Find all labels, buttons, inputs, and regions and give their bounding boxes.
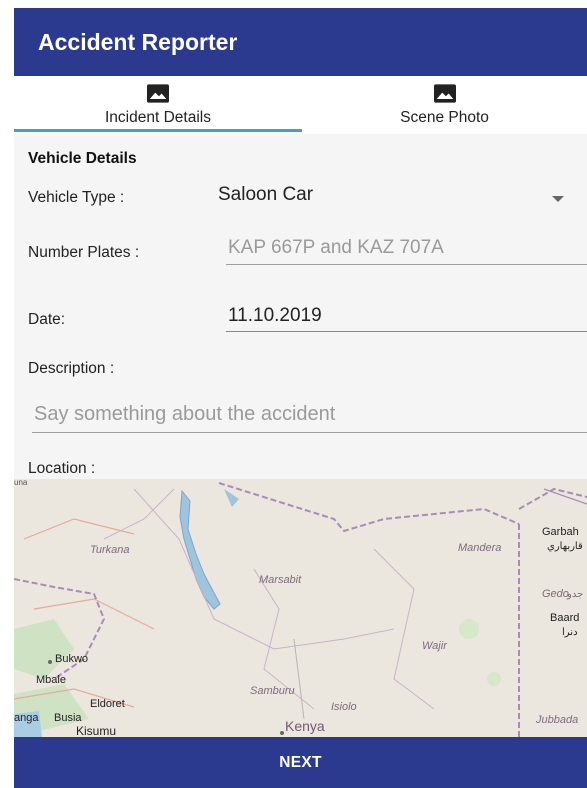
- map-label-gedo: Gedo: [542, 588, 569, 600]
- map-label-jubbada: Jubbada: [535, 714, 578, 726]
- tab-indicator: [14, 129, 302, 132]
- section-title: Vehicle Details: [28, 150, 137, 167]
- description-label: Description :: [28, 360, 115, 377]
- map-label-mandera: Mandera: [458, 542, 501, 554]
- location-label: Location :: [28, 460, 96, 477]
- tab-bar: Incident Details Scene Photo: [14, 76, 587, 134]
- map-label-bukwo: Bukwo: [55, 653, 88, 665]
- number-plates-underline: [226, 264, 587, 265]
- number-plates-input[interactable]: KAP 667P and KAZ 707A: [226, 230, 587, 266]
- tab-label: Incident Details: [105, 109, 211, 126]
- map-label-gedo-ar: جدو: [566, 589, 583, 600]
- map-label-marsabit: Marsabit: [259, 574, 302, 586]
- description-placeholder: Say something about the accident: [34, 403, 336, 425]
- description-input[interactable]: Say something about the accident: [32, 396, 587, 432]
- incident-form: Vehicle Details Vehicle Type : Saloon Ca…: [14, 134, 587, 479]
- vehicle-type-select[interactable]: Saloon Car: [214, 180, 569, 216]
- map-label-kenya: Kenya: [285, 718, 325, 734]
- map-label-garbah-ar: قاربهاري: [547, 541, 583, 552]
- date-value: 11.10.2019: [228, 305, 322, 326]
- map-label-kisumu: Kisumu: [76, 724, 116, 737]
- map-marker: [48, 660, 52, 664]
- map-label-samburu: Samburu: [250, 685, 295, 697]
- map-label-eldoret: Eldoret: [90, 698, 125, 710]
- map-label-baard: Baard: [550, 612, 579, 624]
- number-plates-label: Number Plates :: [28, 244, 140, 261]
- next-label: NEXT: [279, 753, 322, 771]
- map-label-mbale: Mbale: [36, 674, 66, 686]
- vehicle-type-value: Saloon Car: [218, 184, 314, 205]
- map-label-busia: Busia: [54, 712, 82, 724]
- date-input[interactable]: 11.10.2019: [226, 298, 587, 334]
- location-map[interactable]: Turkana Marsabit Mandera Garbah قاربهاري…: [14, 479, 587, 737]
- map-label-partial-una: una: [14, 479, 28, 487]
- number-plates-placeholder: KAP 667P and KAZ 707A: [228, 237, 444, 258]
- tab-scene-photo[interactable]: Scene Photo: [302, 76, 587, 134]
- image-icon: [433, 84, 456, 103]
- image-icon: [147, 84, 169, 103]
- date-underline: [226, 331, 587, 332]
- app-bar: Accident Reporter: [14, 8, 587, 76]
- map-canvas: Turkana Marsabit Mandera Garbah قاربهاري…: [14, 479, 587, 737]
- vehicle-type-label: Vehicle Type :: [28, 189, 125, 206]
- app-title: Accident Reporter: [38, 28, 238, 55]
- map-marker: [280, 731, 284, 735]
- map-label-baard-ar: دنرا: [562, 627, 578, 638]
- map-label-turkana: Turkana: [90, 544, 130, 556]
- chevron-down-icon: [552, 196, 564, 202]
- description-underline: [32, 432, 587, 433]
- map-label-garbah: Garbah: [542, 526, 579, 538]
- map-label-wajir: Wajir: [422, 640, 448, 652]
- map-label-isiolo: Isiolo: [331, 701, 357, 713]
- date-label: Date:: [28, 311, 66, 328]
- tab-incident-details[interactable]: Incident Details: [14, 76, 302, 134]
- map-label-partial-anga: anga: [14, 712, 39, 724]
- tab-label: Scene Photo: [400, 109, 489, 126]
- next-button[interactable]: NEXT: [14, 737, 587, 788]
